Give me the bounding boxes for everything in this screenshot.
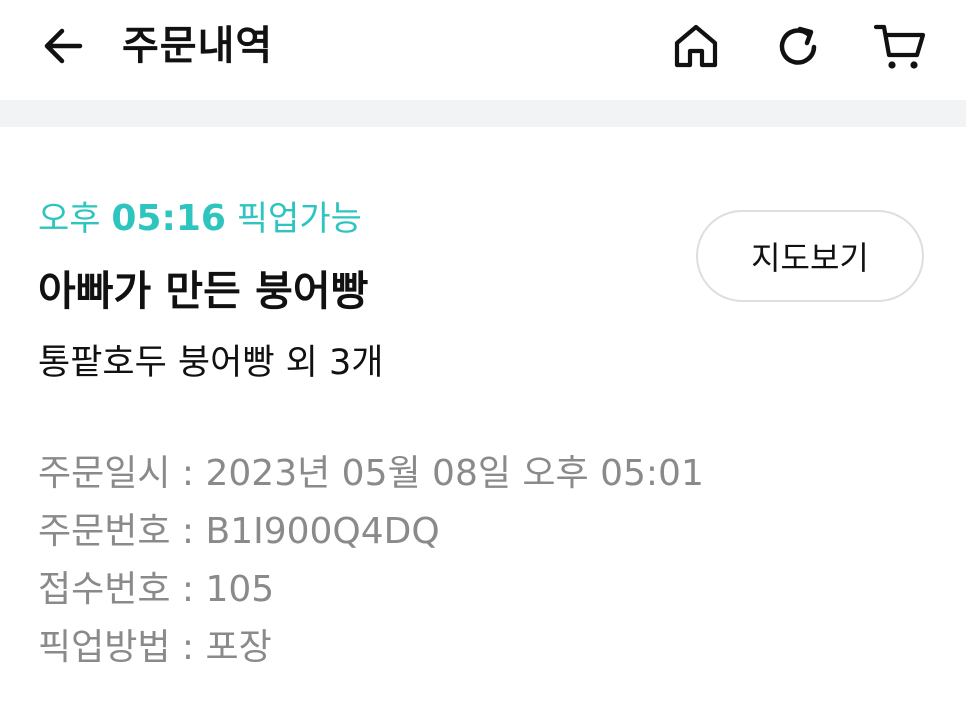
back-button[interactable] <box>38 20 90 72</box>
app-header: 주문내역 <box>0 0 966 100</box>
detail-separator: : <box>170 453 206 494</box>
view-map-button[interactable]: 지도보기 <box>696 210 924 302</box>
order-card: 오후 05:16 픽업가능 아빠가 만든 붕어빵 통팥호두 붕어빵 외 3개 지… <box>0 127 966 701</box>
detail-separator: : <box>170 511 206 552</box>
order-number-row: 주문번호 : B1I900Q4DQ <box>38 503 704 561</box>
detail-separator: : <box>170 569 206 610</box>
detail-value: B1I900Q4DQ <box>205 511 440 552</box>
home-icon <box>674 24 718 68</box>
detail-value: 105 <box>205 569 275 610</box>
order-details: 주문일시 : 2023년 05월 08일 오후 05:01 주문번호 : B1I… <box>38 445 704 677</box>
order-datetime-row: 주문일시 : 2023년 05월 08일 오후 05:01 <box>38 445 704 503</box>
items-summary: 통팥호두 붕어빵 외 3개 <box>38 343 384 383</box>
refresh-icon <box>779 26 817 65</box>
receipt-number-row: 접수번호 : 105 <box>38 561 704 619</box>
detail-separator: : <box>170 627 206 668</box>
pickup-prefix: 오후 <box>38 199 112 239</box>
detail-label: 접수번호 <box>38 569 171 610</box>
page-title: 주문내역 <box>122 23 274 69</box>
detail-label: 픽업방법 <box>38 627 171 668</box>
pickup-time: 05:16 <box>111 198 226 239</box>
detail-label: 주문번호 <box>38 511 171 552</box>
detail-value: 포장 <box>205 627 272 668</box>
pickup-status: 오후 05:16 픽업가능 <box>38 197 362 241</box>
arrow-left-icon <box>44 28 83 64</box>
section-divider <box>0 100 966 127</box>
detail-value: 2023년 05월 08일 오후 05:01 <box>205 453 704 494</box>
pickup-method-row: 픽업방법 : 포장 <box>38 619 704 677</box>
detail-label: 주문일시 <box>38 453 171 494</box>
store-name: 아빠가 만든 붕어빵 <box>38 267 369 315</box>
pickup-suffix: 픽업가능 <box>225 199 362 239</box>
refresh-button[interactable] <box>770 18 826 74</box>
cart-button[interactable] <box>872 18 928 74</box>
home-button[interactable] <box>668 18 724 74</box>
cart-icon <box>873 24 926 69</box>
